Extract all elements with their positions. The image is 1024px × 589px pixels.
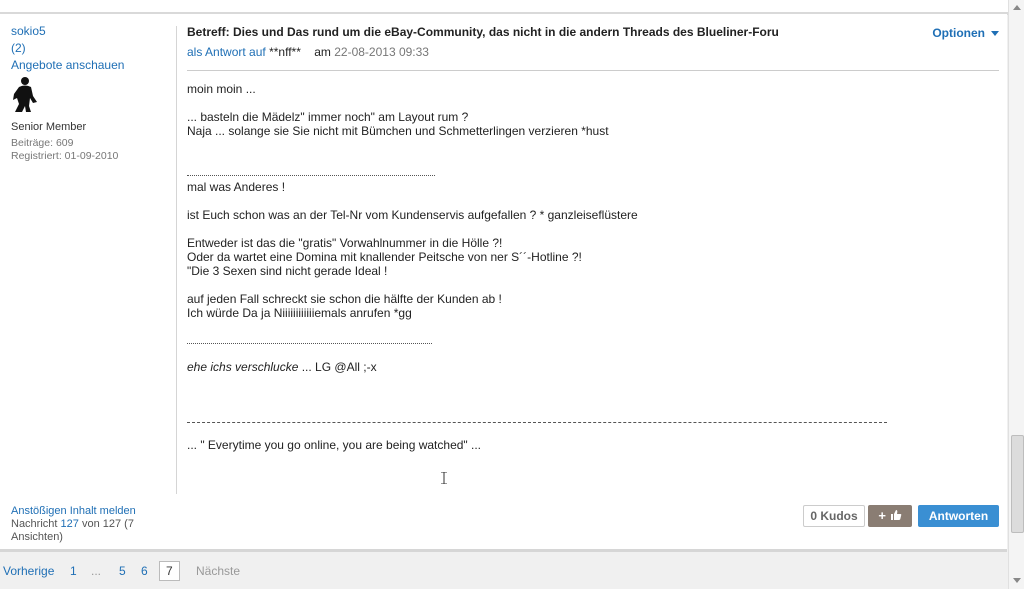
pagination: Vorherige 1 ... 5 6 7 Nächste <box>0 560 1008 582</box>
post-date: 22-08-2013 09:33 <box>334 45 429 59</box>
author-rank-link[interactable]: (2) <box>11 41 171 55</box>
author-posts-count: Beiträge: 609 <box>11 137 74 149</box>
pager-page-5[interactable]: 5 <box>119 564 126 578</box>
body-line: Naja ... solange sie Sie nicht mit Bümch… <box>187 124 609 138</box>
author-registered-date: Registriert: 01-09-2010 <box>11 150 119 162</box>
signature-separator <box>187 422 887 424</box>
body-line: Oder da wartet eine Domina mit knallende… <box>187 250 582 264</box>
pager-next: Nächste <box>196 564 241 578</box>
forum-post: sokio5 (2) Angebote anschauen Senior Mem… <box>0 14 1007 552</box>
dotted-separator <box>187 343 432 345</box>
report-content-link[interactable]: Anstößigen Inhalt melden <box>11 505 136 517</box>
post-reply-info: als Antwort auf **nff** am 22-08-2013 09… <box>187 45 999 59</box>
reply-to-link[interactable]: als Antwort auf <box>187 45 266 59</box>
pager-ellipsis: ... <box>91 564 102 578</box>
scroll-up-icon[interactable] <box>1013 5 1021 10</box>
reply-button[interactable]: Antworten <box>918 505 999 527</box>
vertical-scrollbar[interactable] <box>1008 0 1024 589</box>
post-body: moin moin ... ... basteln die Mädelz" im… <box>187 82 987 452</box>
pager-previous[interactable]: Vorherige <box>3 564 54 578</box>
body-line: mal was Anderes ! <box>187 180 286 194</box>
scrollbar-thumb[interactable] <box>1011 435 1024 533</box>
options-menu[interactable]: Optionen <box>932 26 999 40</box>
body-italic-text: ehe ichs verschlucke <box>187 360 299 374</box>
text-cursor-icon <box>441 472 447 484</box>
plus-label: + <box>878 508 886 523</box>
post-subject: Betreff: Dies und Das rund um die eBay-C… <box>187 25 779 39</box>
body-line: ... basteln die Mädelz" immer noch" am L… <box>187 110 469 124</box>
pager-page-1[interactable]: 1 <box>70 564 77 578</box>
header-divider <box>187 70 999 71</box>
scroll-down-icon[interactable] <box>1013 578 1021 583</box>
reply-to-user: **nff** <box>269 45 301 59</box>
body-line: Ich würde Da ja Niiiiiiiiiiiiemals anruf… <box>187 306 412 320</box>
pager-page-7-current: 7 <box>159 561 180 581</box>
author-panel: sokio5 (2) Angebote anschauen Senior Mem… <box>11 24 171 163</box>
column-divider <box>176 26 177 494</box>
body-line: moin moin ... <box>187 82 256 96</box>
message-number-link[interactable]: 127 <box>61 518 79 530</box>
give-kudos-button[interactable]: + <box>868 505 912 527</box>
kudos-count[interactable]: 0 Kudos <box>803 505 865 527</box>
body-line: Entweder ist das die "gratis" Vorwahlnum… <box>187 236 503 250</box>
body-line: ... LG @All ;-x <box>298 360 377 374</box>
chevron-down-icon <box>991 31 999 37</box>
author-role: Senior Member <box>11 121 87 133</box>
date-prefix: am <box>314 45 331 59</box>
previous-post-edge <box>0 0 1008 15</box>
body-line: ist Euch schon was an der Tel-Nr vom Kun… <box>187 208 638 222</box>
signature-text: ... " Everytime you go online, you are b… <box>187 438 482 452</box>
body-line: "Die 3 Sexen sind nicht gerade Ideal ! <box>187 264 388 278</box>
pager-page-6[interactable]: 6 <box>141 564 148 578</box>
avatar[interactable] <box>11 76 39 112</box>
post-header: Betreff: Dies und Das rund um die eBay-C… <box>187 25 999 59</box>
message-info: Nachricht 127 von 127 (7 Ansichten) <box>11 518 151 544</box>
dotted-separator <box>187 175 435 177</box>
author-offers-link[interactable]: Angebote anschauen <box>11 58 171 72</box>
thumbs-up-icon <box>890 510 901 520</box>
author-name-link[interactable]: sokio5 <box>11 24 171 38</box>
body-line: auf jeden Fall schreckt sie schon die hä… <box>187 292 502 306</box>
msg-prefix: Nachricht <box>11 518 58 530</box>
options-label: Optionen <box>932 26 985 40</box>
